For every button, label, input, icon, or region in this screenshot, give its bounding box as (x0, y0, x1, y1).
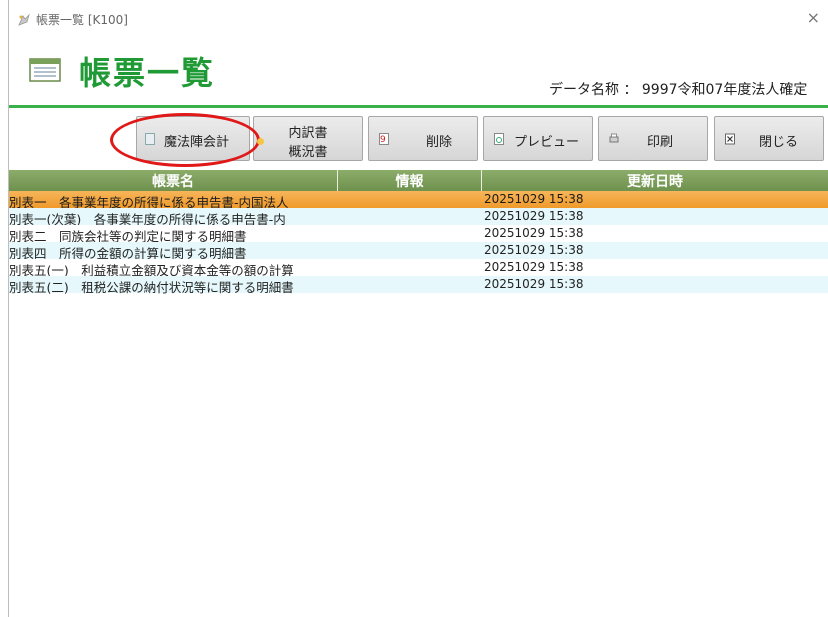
table-header: 帳票名 情報 更新日時 (9, 170, 828, 191)
print-button[interactable]: 印刷 (598, 116, 708, 161)
column-header-updated[interactable]: 更新日時 (482, 171, 828, 191)
delete-label: 削除 (426, 135, 453, 150)
title-bar: 帳票一覧 [K100] × (9, 0, 828, 40)
gaikyou-label: 概況書 (288, 145, 328, 160)
column-header-info[interactable]: 情報 (338, 171, 481, 191)
close-label: 閉じる (759, 135, 799, 150)
preview-button[interactable]: プレビュー (483, 116, 593, 161)
window-title: 帳票一覧 [K100] (36, 13, 128, 27)
page-header: 帳票一覧 データ名称 ： 9997令和07年度法人確定 (9, 40, 828, 105)
cursor-indicator (257, 138, 264, 145)
report-name-cell: 別表五(二) 租税公課の納付状況等に関する明細書 (9, 280, 294, 295)
page-title: 帳票一覧 (79, 54, 216, 92)
table-row[interactable]: 別表五(一) 利益積立金額及び資本金等の額の計算 20251029 15:38 (9, 259, 828, 278)
delete-icon: 9 (379, 133, 389, 145)
preview-icon (494, 133, 504, 145)
table-row[interactable]: 別表四 所得の金額の計算に関する明細書 20251029 15:38 (9, 242, 828, 261)
updated-datetime-cell: 20251029 15:38 (484, 192, 584, 206)
updated-datetime-cell: 20251029 15:38 (484, 209, 584, 223)
print-icon (609, 133, 619, 143)
updated-datetime-cell: 20251029 15:38 (484, 260, 584, 274)
report-list-window: 帳票一覧 [K100] × 帳票一覧 データ名称 ： 9997令和07年度法人確… (0, 0, 828, 617)
list-icon (29, 58, 61, 82)
uchiwake-label: 内訳書 (288, 126, 328, 141)
table-row[interactable]: 別表五(二) 租税公課の納付状況等に関する明細書 20251029 15:38 (9, 276, 828, 295)
app-icon (18, 13, 30, 26)
report-table-body: 別表一 各事業年度の所得に係る申告書-内国法人 20251029 15:38 別表一… (9, 191, 828, 295)
close-button[interactable]: 閉じる (714, 116, 824, 161)
document-icon (145, 133, 155, 145)
mahoujin-kaikei-button[interactable]: 魔法陣会計 (136, 116, 250, 161)
mahoujin-kaikei-label: 魔法陣会計 (164, 135, 230, 150)
table-row[interactable]: 別表一 各事業年度の所得に係る申告書-内国法人 20251029 15:38 (9, 191, 828, 210)
table-row[interactable]: 別表二 同族会社等の判定に関する明細書 20251029 15:38 (9, 225, 828, 244)
close-icon (725, 133, 735, 145)
delete-button[interactable]: 9 削除 (368, 116, 478, 161)
window-close-button[interactable]: × (807, 10, 820, 26)
column-header-name[interactable]: 帳票名 (9, 171, 337, 191)
preview-label: プレビュー (514, 135, 580, 150)
updated-datetime-cell: 20251029 15:38 (484, 243, 584, 257)
updated-datetime-cell: 20251029 15:38 (484, 277, 584, 291)
data-name-label: データ名称 ： 9997令和07年度法人確定 (549, 82, 808, 98)
table-row[interactable]: 別表一(次葉) 各事業年度の所得に係る申告書-内 20251029 15:38 (9, 208, 828, 227)
updated-datetime-cell: 20251029 15:38 (484, 226, 584, 240)
uchiwake-gaikyou-button[interactable]: 内訳書 概況書 (253, 116, 363, 161)
toolbar: 魔法陣会計 内訳書 概況書 9 削除 プレビュー 印刷 閉じる (9, 108, 828, 168)
print-label: 印刷 (647, 135, 674, 150)
svg-text:9: 9 (380, 135, 386, 145)
